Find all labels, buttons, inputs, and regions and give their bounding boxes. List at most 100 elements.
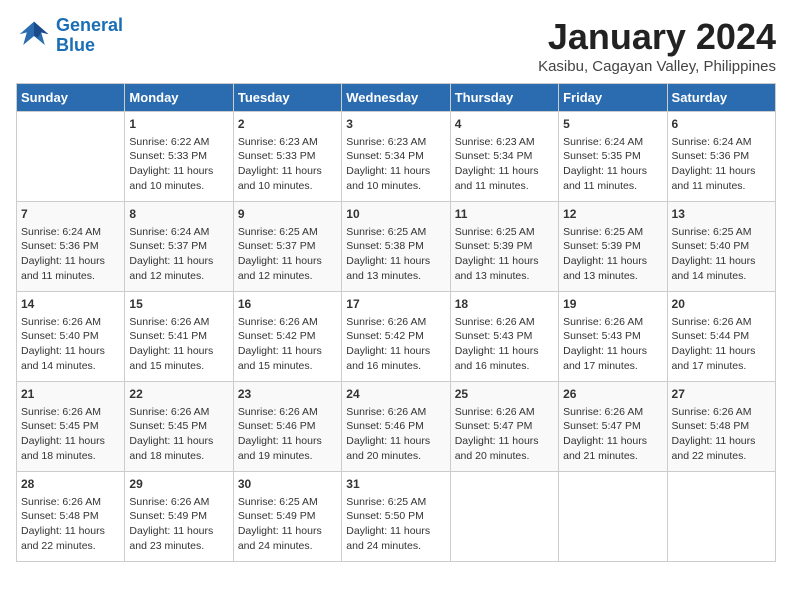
day-number: 7 <box>21 206 120 223</box>
day-info: Sunrise: 6:25 AMSunset: 5:39 PMDaylight:… <box>563 225 662 284</box>
calendar-cell: 9Sunrise: 6:25 AMSunset: 5:37 PMDaylight… <box>233 202 341 292</box>
day-number: 9 <box>238 206 337 223</box>
day-number: 23 <box>238 386 337 403</box>
day-info: Sunrise: 6:26 AMSunset: 5:41 PMDaylight:… <box>129 315 228 374</box>
header-thursday: Thursday <box>450 84 558 112</box>
calendar-cell: 19 Sunrise: 6:26 AMSunset: 5:43 PMDayligh… <box>559 292 667 382</box>
logo-icon <box>16 18 52 54</box>
calendar-cell <box>450 472 558 562</box>
logo: General Blue <box>16 16 123 56</box>
day-number: 11 <box>455 206 554 223</box>
day-info: Sunrise: 6:22 AMSunset: 5:33 PMDaylight:… <box>129 135 228 194</box>
day-info: Sunrise: 6:24 AMSunset: 5:36 PMDaylight:… <box>672 135 771 194</box>
day-number: 1 <box>129 116 228 133</box>
calendar-week-4: 21 Sunrise: 6:26 AMSunset: 5:45 PMDayligh… <box>17 382 776 472</box>
calendar-week-3: 14Sunrise: 6:26 AMSunset: 5:40 PMDayligh… <box>17 292 776 382</box>
calendar-cell: 25 Sunrise: 6:26 AMSunset: 5:47 PMDayligh… <box>450 382 558 472</box>
calendar-cell: 4 Sunrise: 6:23 AMSunset: 5:34 PMDaylight… <box>450 112 558 202</box>
calendar-cell: 27 Sunrise: 6:26 AMSunset: 5:48 PMDayligh… <box>667 382 775 472</box>
calendar-cell: 17 Sunrise: 6:26 AMSunset: 5:42 PMDayligh… <box>342 292 450 382</box>
day-info: Sunrise: 6:26 AMSunset: 5:45 PMDaylight:… <box>21 405 120 464</box>
day-info: Sunrise: 6:26 AMSunset: 5:47 PMDaylight:… <box>563 405 662 464</box>
day-info: Sunrise: 6:25 AMSunset: 5:40 PMDaylight:… <box>672 225 771 284</box>
day-info: Sunrise: 6:26 AMSunset: 5:44 PMDaylight:… <box>672 315 771 374</box>
calendar-cell: 2Sunrise: 6:23 AMSunset: 5:33 PMDaylight… <box>233 112 341 202</box>
day-number: 24 <box>346 386 445 403</box>
calendar-cell: 16Sunrise: 6:26 AMSunset: 5:42 PMDayligh… <box>233 292 341 382</box>
header-friday: Friday <box>559 84 667 112</box>
day-number: 15 <box>129 296 228 313</box>
calendar-cell: 21 Sunrise: 6:26 AMSunset: 5:45 PMDayligh… <box>17 382 125 472</box>
day-info: Sunrise: 6:26 AMSunset: 5:47 PMDaylight:… <box>455 405 554 464</box>
calendar-cell: 31Sunrise: 6:25 AMSunset: 5:50 PMDayligh… <box>342 472 450 562</box>
day-info: Sunrise: 6:26 AMSunset: 5:46 PMDaylight:… <box>238 405 337 464</box>
day-number: 6 <box>672 116 771 133</box>
day-info: Sunrise: 6:26 AMSunset: 5:42 PMDaylight:… <box>346 315 445 374</box>
day-number: 2 <box>238 116 337 133</box>
calendar-title: January 2024 <box>538 16 776 58</box>
logo-text: General Blue <box>56 16 123 56</box>
day-info: Sunrise: 6:26 AMSunset: 5:43 PMDaylight:… <box>563 315 662 374</box>
day-info: Sunrise: 6:25 AMSunset: 5:38 PMDaylight:… <box>346 225 445 284</box>
day-info: Sunrise: 6:23 AMSunset: 5:34 PMDaylight:… <box>455 135 554 194</box>
calendar-cell: 18 Sunrise: 6:26 AMSunset: 5:43 PMDayligh… <box>450 292 558 382</box>
calendar-cell <box>17 112 125 202</box>
day-number: 8 <box>129 206 228 223</box>
day-number: 21 <box>21 386 120 403</box>
calendar-cell <box>559 472 667 562</box>
day-number: 29 <box>129 476 228 493</box>
calendar-cell: 24Sunrise: 6:26 AMSunset: 5:46 PMDayligh… <box>342 382 450 472</box>
calendar-cell: 20 Sunrise: 6:26 AMSunset: 5:44 PMDayligh… <box>667 292 775 382</box>
day-info: Sunrise: 6:24 AMSunset: 5:36 PMDaylight:… <box>21 225 120 284</box>
day-info: Sunrise: 6:25 AMSunset: 5:50 PMDaylight:… <box>346 495 445 554</box>
calendar-week-1: 1 Sunrise: 6:22 AMSunset: 5:33 PMDaylight… <box>17 112 776 202</box>
day-number: 26 <box>563 386 662 403</box>
calendar-cell: 15 Sunrise: 6:26 AMSunset: 5:41 PMDayligh… <box>125 292 233 382</box>
day-number: 27 <box>672 386 771 403</box>
calendar-cell: 3Sunrise: 6:23 AMSunset: 5:34 PMDaylight… <box>342 112 450 202</box>
day-number: 22 <box>129 386 228 403</box>
calendar-cell: 14Sunrise: 6:26 AMSunset: 5:40 PMDayligh… <box>17 292 125 382</box>
calendar-week-5: 28Sunrise: 6:26 AMSunset: 5:48 PMDayligh… <box>17 472 776 562</box>
day-info: Sunrise: 6:26 AMSunset: 5:45 PMDaylight:… <box>129 405 228 464</box>
header-saturday: Saturday <box>667 84 775 112</box>
day-number: 18 <box>455 296 554 313</box>
day-number: 20 <box>672 296 771 313</box>
day-number: 16 <box>238 296 337 313</box>
calendar-cell: 10 Sunrise: 6:25 AMSunset: 5:38 PMDayligh… <box>342 202 450 292</box>
day-number: 25 <box>455 386 554 403</box>
header-row: Sunday Monday Tuesday Wednesday Thursday… <box>17 84 776 112</box>
day-info: Sunrise: 6:25 AMSunset: 5:49 PMDaylight:… <box>238 495 337 554</box>
day-info: Sunrise: 6:26 AMSunset: 5:48 PMDaylight:… <box>672 405 771 464</box>
title-block: January 2024 Kasibu, Cagayan Valley, Phi… <box>538 16 776 75</box>
day-info: Sunrise: 6:25 AMSunset: 5:39 PMDaylight:… <box>455 225 554 284</box>
calendar-cell: 6 Sunrise: 6:24 AMSunset: 5:36 PMDaylight… <box>667 112 775 202</box>
logo-line1: General <box>56 15 123 35</box>
calendar-cell: 12 Sunrise: 6:25 AMSunset: 5:39 PMDayligh… <box>559 202 667 292</box>
calendar-cell: 28Sunrise: 6:26 AMSunset: 5:48 PMDayligh… <box>17 472 125 562</box>
day-number: 30 <box>238 476 337 493</box>
logo-line2: Blue <box>56 35 95 55</box>
calendar-week-2: 7 Sunrise: 6:24 AMSunset: 5:36 PMDaylight… <box>17 202 776 292</box>
calendar-cell <box>667 472 775 562</box>
day-number: 3 <box>346 116 445 133</box>
header-monday: Monday <box>125 84 233 112</box>
calendar-cell: 13 Sunrise: 6:25 AMSunset: 5:40 PMDayligh… <box>667 202 775 292</box>
day-number: 4 <box>455 116 554 133</box>
calendar-cell: 5Sunrise: 6:24 AMSunset: 5:35 PMDaylight… <box>559 112 667 202</box>
day-number: 19 <box>563 296 662 313</box>
calendar-cell: 30 Sunrise: 6:25 AMSunset: 5:49 PMDayligh… <box>233 472 341 562</box>
calendar-cell: 29Sunrise: 6:26 AMSunset: 5:49 PMDayligh… <box>125 472 233 562</box>
header-wednesday: Wednesday <box>342 84 450 112</box>
day-number: 17 <box>346 296 445 313</box>
day-info: Sunrise: 6:26 AMSunset: 5:40 PMDaylight:… <box>21 315 120 374</box>
day-number: 13 <box>672 206 771 223</box>
day-info: Sunrise: 6:26 AMSunset: 5:48 PMDaylight:… <box>21 495 120 554</box>
day-info: Sunrise: 6:26 AMSunset: 5:43 PMDaylight:… <box>455 315 554 374</box>
day-number: 10 <box>346 206 445 223</box>
day-number: 12 <box>563 206 662 223</box>
header-tuesday: Tuesday <box>233 84 341 112</box>
calendar-subtitle: Kasibu, Cagayan Valley, Philippines <box>538 58 776 75</box>
calendar-table: Sunday Monday Tuesday Wednesday Thursday… <box>16 83 776 562</box>
calendar-cell: 7 Sunrise: 6:24 AMSunset: 5:36 PMDaylight… <box>17 202 125 292</box>
